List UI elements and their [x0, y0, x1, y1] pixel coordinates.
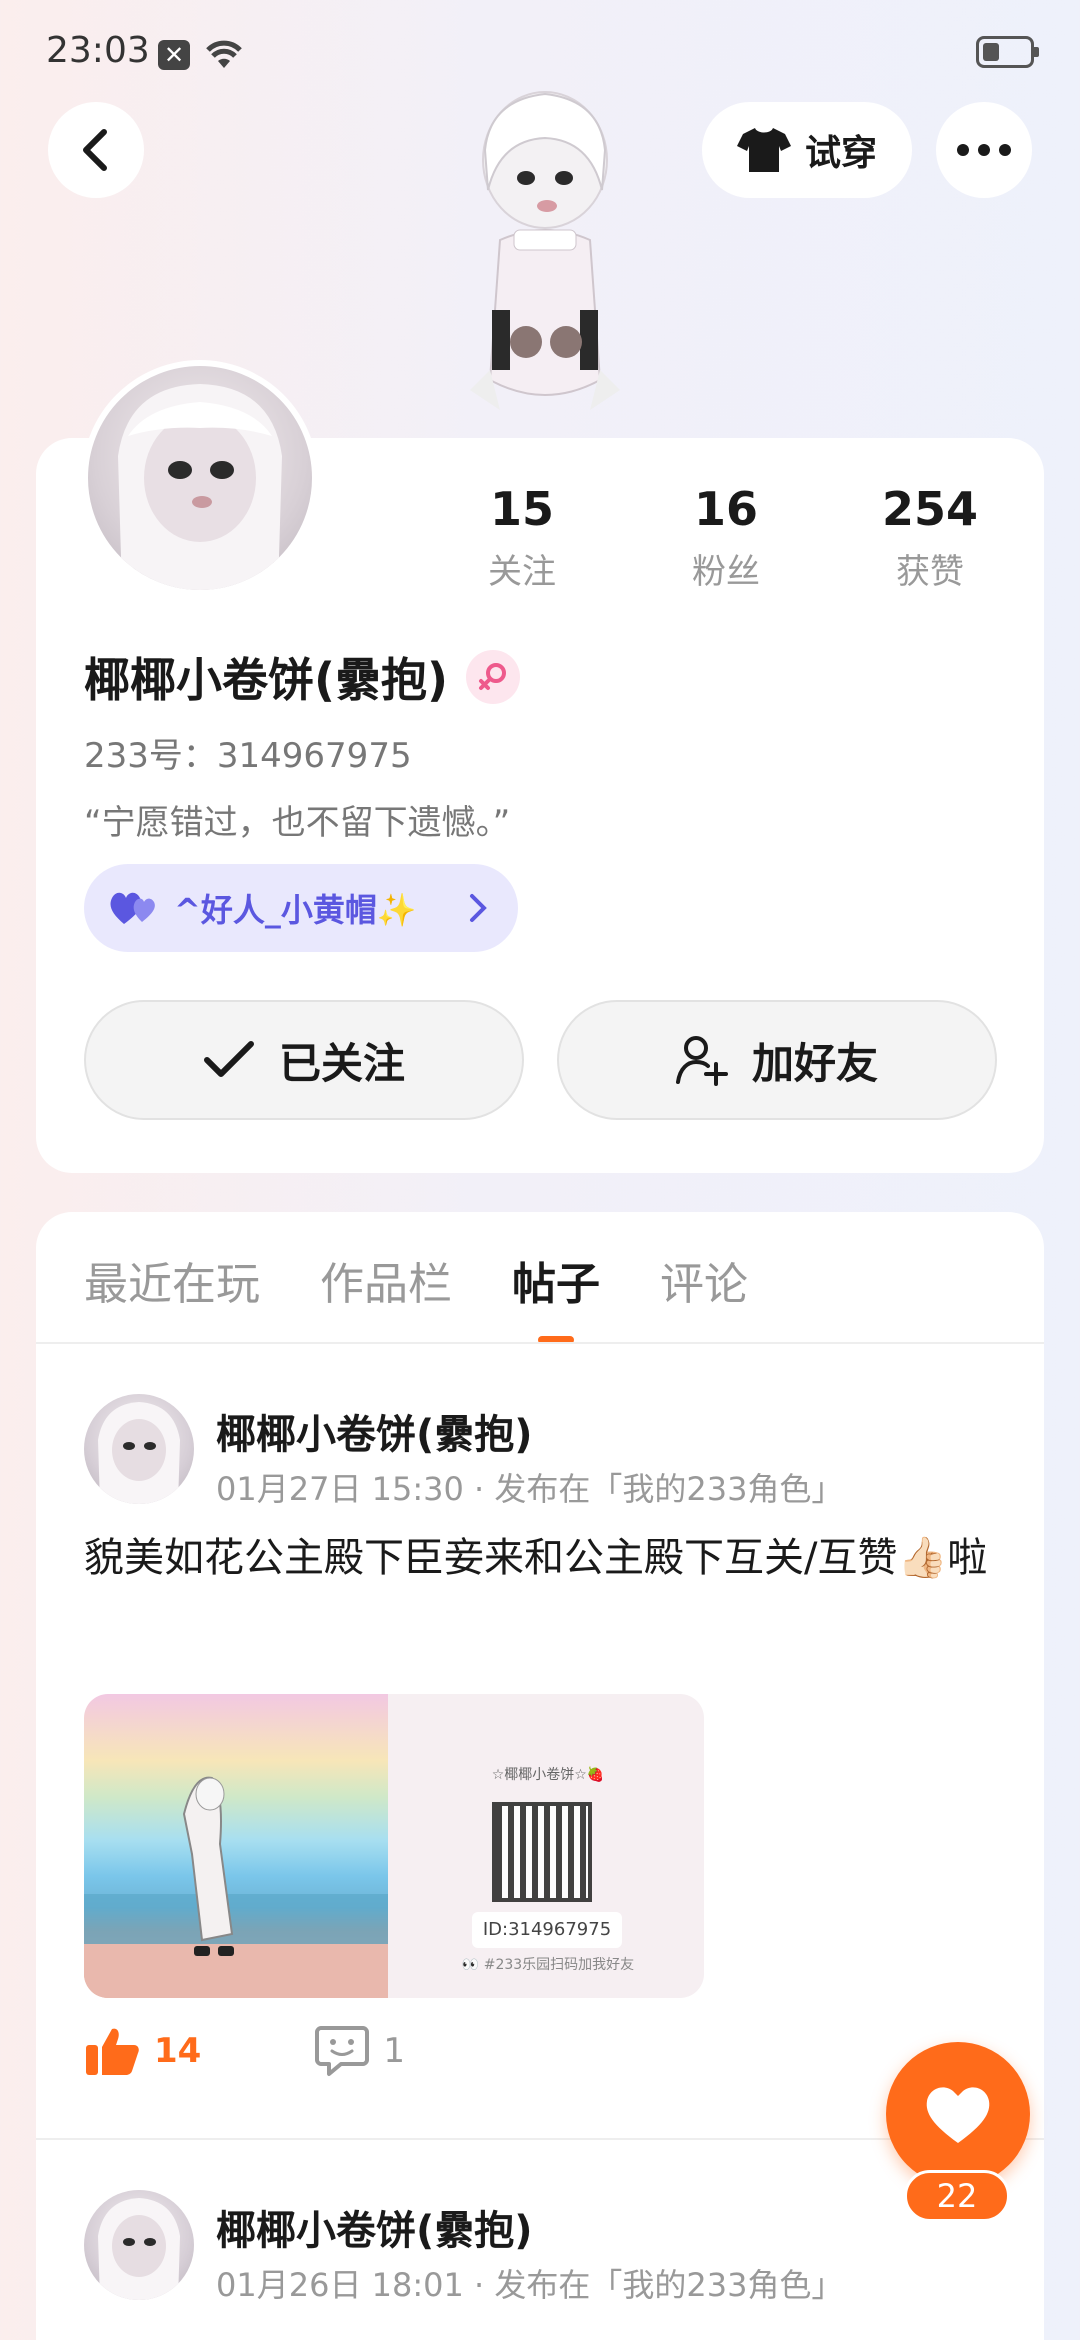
more-dots-icon: [957, 144, 1011, 156]
relation-label: ^好人_小黄帽✨: [174, 891, 417, 929]
try-on-label: 试穿: [804, 133, 877, 174]
stat-following[interactable]: 15 关注: [420, 482, 624, 593]
followed-label: 已关注: [278, 1038, 405, 1088]
chevron-right-icon: [470, 894, 487, 922]
back-arrow-icon: [83, 129, 107, 171]
post-image-grid: ☆椰椰小卷饼☆🍓 ID:314967975 👀 #233乐园扫码加我好友: [84, 1694, 704, 1998]
qr-code: [492, 1802, 592, 1902]
profile-like-count: 22: [904, 2170, 1010, 2222]
followed-button[interactable]: 已关注: [84, 1000, 524, 1120]
thumbs-up-icon[interactable]: [84, 2025, 140, 2077]
stat-likes: 254 获赞: [828, 482, 1032, 593]
profile-avatar[interactable]: [82, 360, 318, 596]
feed-card: 最近在玩 作品栏 帖子 评论 椰椰小卷饼(纍抱) 01月27日 15:30 · …: [36, 1212, 1044, 2340]
stat-label: 获赞: [896, 552, 964, 592]
tab-works[interactable]: 作品栏: [320, 1248, 452, 1338]
add-user-icon: [675, 1036, 728, 1086]
divider: [36, 1342, 1044, 1344]
tshirt-icon: [736, 128, 791, 172]
add-friend-label: 加好友: [751, 1038, 878, 1088]
profile-name: 椰椰小卷饼(纍抱): [84, 644, 521, 710]
heart-icon: [926, 2087, 990, 2143]
battery-icon: [976, 36, 1039, 68]
stat-value: 15: [489, 482, 554, 536]
like-profile-button[interactable]: [886, 2042, 1030, 2186]
double-heart-icon: [110, 892, 155, 924]
user-id[interactable]: 233号：314967975: [84, 728, 412, 777]
post-image-qr-card[interactable]: ☆椰椰小卷饼☆🍓 ID:314967975 👀 #233乐园扫码加我好友: [388, 1694, 704, 1998]
qr-card-id: ID:314967975: [472, 1912, 622, 1948]
add-friend-button[interactable]: 加好友: [557, 1000, 997, 1120]
post-text: 貌美如花公主殿下臣妾来和公主殿下互关/互赞👍🏻啦: [84, 1535, 988, 1581]
qr-card-caption: 👀 #233乐园扫码加我好友: [461, 1957, 635, 1973]
female-gender-icon: [466, 650, 521, 704]
post-author-avatar[interactable]: [84, 1394, 194, 1504]
like-count: 14: [154, 2031, 202, 2071]
comment-count: 1: [383, 2031, 405, 2071]
back-button[interactable]: [48, 102, 144, 198]
post-meta: 01月27日 15:30 · 发布在「我的233角色」: [216, 1470, 844, 1508]
character-figure[interactable]: [430, 80, 660, 440]
post-image-rainbow[interactable]: [84, 1694, 388, 1998]
stats-row: 15 关注 16 粉丝 254 获赞: [420, 482, 1040, 593]
qr-card-header: ☆椰椰小卷饼☆🍓: [491, 1767, 605, 1783]
stat-value: 254: [881, 482, 979, 536]
post-author-avatar[interactable]: [84, 2190, 194, 2300]
post-author-name[interactable]: 椰椰小卷饼(纍抱): [216, 1402, 533, 1460]
check-icon: [203, 1041, 254, 1077]
tab-comments[interactable]: 评论: [660, 1248, 748, 1338]
stat-label: 粉丝: [692, 552, 760, 592]
user-bio: “宁愿错过，也不留下遗憾。”: [84, 803, 511, 843]
relation-badge[interactable]: ^好人_小黄帽✨: [84, 864, 518, 952]
wifi-icon: [206, 40, 242, 68]
tab-recently-played[interactable]: 最近在玩: [84, 1248, 260, 1338]
status-time: 23:03: [46, 30, 150, 71]
tab-posts[interactable]: 帖子: [512, 1248, 600, 1344]
profile-tabs: 最近在玩 作品栏 帖子 评论: [84, 1248, 748, 1344]
try-on-button[interactable]: 试穿: [702, 102, 912, 198]
stat-label: 关注: [488, 552, 556, 592]
stat-value: 16: [693, 482, 758, 536]
comment-icon[interactable]: [315, 2024, 370, 2078]
post-actions: 14 1: [84, 2024, 405, 2078]
post-meta: 01月26日 18:01 · 发布在「我的233角色」: [216, 2266, 844, 2304]
post-author-name[interactable]: 椰椰小卷饼(纍抱): [216, 2198, 533, 2256]
notification-icon: ✕: [158, 40, 190, 70]
profile-name-text: 椰椰小卷饼(纍抱): [84, 653, 449, 707]
stat-followers[interactable]: 16 粉丝: [624, 482, 828, 593]
avatar-portrait: [118, 384, 282, 590]
more-button[interactable]: [936, 102, 1032, 198]
